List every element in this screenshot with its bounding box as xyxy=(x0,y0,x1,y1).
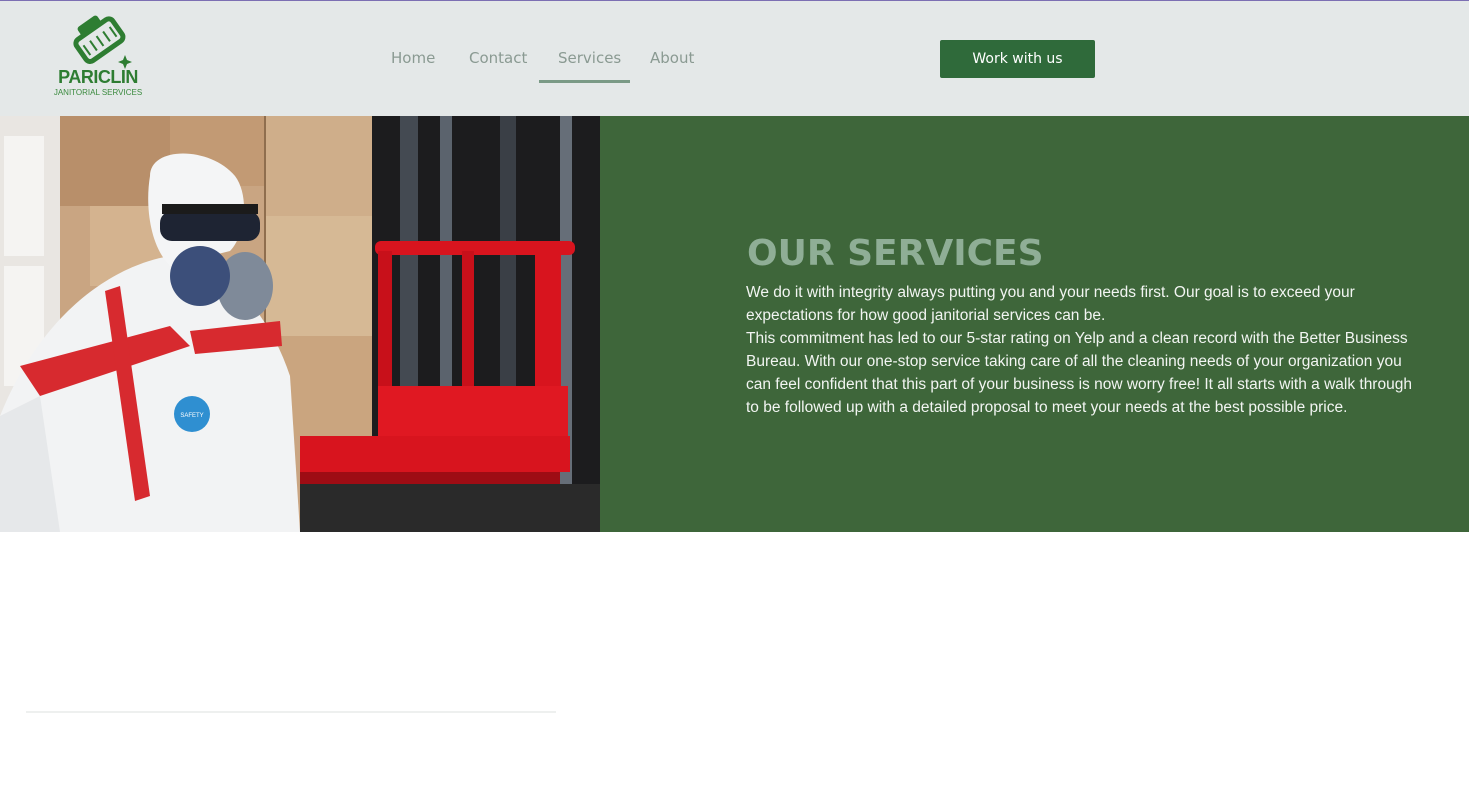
work-with-us-button[interactable]: Work with us xyxy=(940,40,1095,78)
services-paragraph: This commitment has led to our 5-star ra… xyxy=(746,330,1412,416)
logo[interactable]: PARICLIN JANITORIAL SERVICES xyxy=(52,11,146,101)
logo-name: PARICLIN xyxy=(58,67,138,87)
nav-services[interactable]: Services xyxy=(558,49,621,67)
services-paragraph: We do it with integrity always putting y… xyxy=(746,284,1355,324)
nav-about[interactable]: About xyxy=(650,49,694,67)
hero-image: SAFETY xyxy=(0,116,607,532)
brush-icon xyxy=(73,15,132,69)
page-title: OUR SERVICES xyxy=(747,233,1044,274)
nav-home[interactable]: Home xyxy=(391,49,435,67)
section-divider xyxy=(26,711,556,713)
active-nav-indicator xyxy=(539,80,630,83)
services-description: We do it with integrity always putting y… xyxy=(746,281,1416,419)
suit-badge-label: SAFETY xyxy=(180,413,203,419)
site-header: PARICLIN JANITORIAL SERVICES Home Contac… xyxy=(0,0,1469,116)
worker-photo-icon: SAFETY xyxy=(0,116,607,532)
logo-tagline: JANITORIAL SERVICES xyxy=(53,88,143,97)
nav-contact[interactable]: Contact xyxy=(469,49,527,67)
